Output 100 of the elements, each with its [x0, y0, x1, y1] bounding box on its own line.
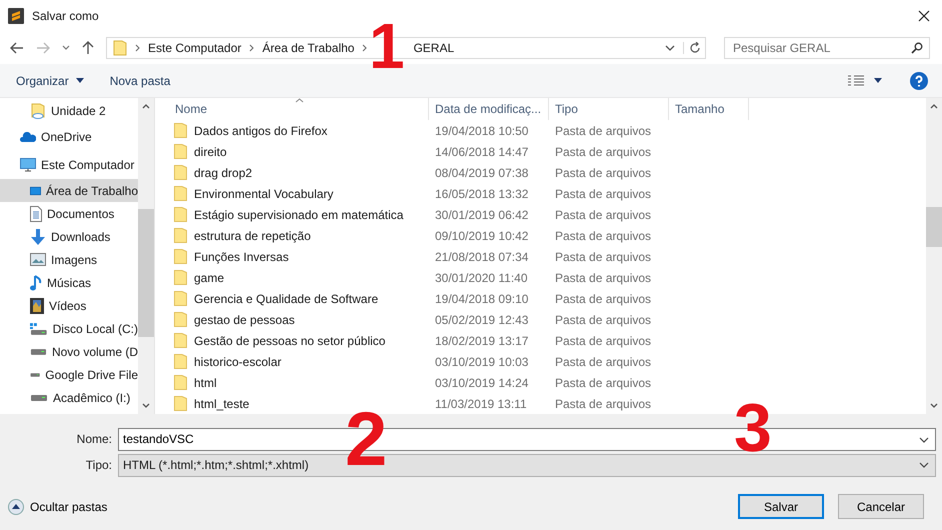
sidebar-item[interactable]: Downloads [0, 225, 138, 248]
breadcrumb-item[interactable]: GERAL [413, 41, 454, 55]
scrollbar-thumb[interactable] [138, 209, 154, 337]
modified-date: 03/10/2019 14:24 [434, 376, 530, 390]
file-name: direito [194, 144, 227, 158]
column-header[interactable]: Data de modificaç... [429, 98, 549, 120]
file-row[interactable]: estrutura de repetição 09/10/2019 10:42 Pasta de arquivos [169, 225, 926, 246]
search-field[interactable]: Pesquisar GERAL [724, 37, 930, 59]
file-type-label: Tipo: [84, 458, 113, 472]
file-row[interactable]: Environmental Vocabulary 16/05/2018 13:32 Pasta de arquivos [169, 183, 926, 204]
file-row[interactable]: gestao de pessoas 05/02/2019 12:43 Pasta de arquivos [169, 309, 926, 330]
sidebar-item[interactable]: Acadêmico (I:) [0, 386, 138, 409]
sidebar-item[interactable]: Documentos [0, 202, 138, 225]
sidebar-item[interactable]: Este Computador [0, 151, 138, 179]
chevron-right-icon [249, 44, 254, 52]
chevron-down-icon[interactable] [62, 45, 70, 51]
view-options-icon[interactable] [848, 74, 864, 86]
sidebar-scrollbar[interactable] [138, 98, 154, 414]
modified-date: 16/05/2018 13:32 [434, 186, 530, 200]
column-header[interactable]: Nome [169, 98, 429, 120]
folder-icon [174, 354, 187, 369]
sidebar-item[interactable]: Disco Local (C:) [0, 317, 138, 340]
refresh-icon[interactable] [683, 42, 701, 54]
folder-icon [174, 228, 187, 243]
back-arrow-icon[interactable] [10, 42, 24, 54]
breadcrumb-item[interactable]: Este Computador [148, 41, 242, 55]
scrollbar-thumb[interactable] [926, 207, 942, 247]
sidebar-item[interactable]: Google Drive File [0, 363, 138, 386]
folder-icon [174, 291, 187, 306]
folder-icon [113, 40, 127, 56]
folder-icon [174, 186, 187, 201]
file-row[interactable]: direito 14/06/2018 14:47 Pasta de arquivos [169, 141, 926, 162]
sidebar-item[interactable]: Vídeos [0, 294, 138, 317]
folder-icon [174, 123, 187, 138]
collapse-up-icon [8, 498, 24, 514]
modified-date: 11/03/2019 13:11 [434, 396, 528, 410]
cancel-button[interactable]: Cancelar [838, 494, 924, 519]
film-icon [30, 298, 44, 314]
chevron-down-icon[interactable] [919, 436, 929, 442]
chevron-right-icon [362, 44, 368, 52]
sidebar-item[interactable]: OneDrive [0, 123, 138, 151]
file-type: Pasta de arquivos [554, 354, 652, 368]
help-icon[interactable] [910, 72, 928, 90]
sidebar-item[interactable]: Área de Trabalho [0, 179, 138, 202]
sidebar-item[interactable]: Unidade 2 [0, 99, 138, 123]
scroll-up-icon[interactable] [930, 104, 938, 109]
chevron-right-icon [135, 44, 140, 52]
sidebar-item[interactable]: Novo volume (D [0, 340, 138, 363]
modified-date: 21/08/2018 07:34 [434, 250, 530, 264]
scroll-down-icon[interactable] [930, 403, 938, 408]
modified-date: 19/04/2018 09:10 [434, 292, 530, 306]
file-name: estrutura de repetição [194, 228, 311, 242]
cloud-folder-icon [30, 103, 46, 119]
file-list-scrollbar[interactable] [926, 98, 942, 414]
file-row[interactable]: Dados antigos do Firefox 19/04/2018 10:50 Pasta de arquivos [169, 120, 926, 141]
save-button[interactable]: Salvar [738, 494, 824, 519]
file-type: Pasta de arquivos [554, 144, 652, 158]
new-folder-button[interactable]: Nova pasta [102, 72, 178, 90]
chevron-down-icon[interactable] [665, 45, 675, 51]
column-header[interactable]: Tamanho [669, 98, 749, 120]
close-icon[interactable] [918, 10, 930, 22]
sidebar-item[interactable]: Músicas [0, 271, 138, 294]
download-arrow-icon [30, 228, 46, 244]
file-type: Pasta de arquivos [554, 334, 652, 348]
hide-folders-button[interactable]: Ocultar pastas [8, 498, 108, 514]
file-type: Pasta de arquivos [554, 312, 652, 326]
file-row[interactable]: drag drop2 08/04/2019 07:38 Pasta de arquivos [169, 162, 926, 183]
window-title: Salvar como [32, 9, 100, 23]
scroll-down-icon[interactable] [142, 403, 150, 408]
up-arrow-icon[interactable] [82, 41, 94, 55]
file-row[interactable]: historico-escolar 03/10/2019 10:03 Pasta de arquivos [169, 351, 926, 372]
file-type: Pasta de arquivos [554, 208, 652, 222]
breadcrumb-item[interactable]: Área de Trabalho [262, 41, 354, 55]
folder-icon [174, 312, 187, 327]
file-name: drag drop2 [194, 166, 252, 180]
file-row[interactable]: game 30/01/2020 11:40 Pasta de arquivos [169, 267, 926, 288]
file-name: Dados antigos do Firefox [194, 124, 328, 138]
computer-icon [20, 158, 36, 172]
file-type: Pasta de arquivos [554, 124, 652, 138]
drive-icon [30, 372, 40, 378]
drive-icon [30, 394, 48, 400]
caret-icon[interactable] [874, 78, 882, 83]
file-name: historico-escolar [194, 354, 282, 368]
file-row[interactable]: Funções Inversas 21/08/2018 07:34 Pasta de arquivos [169, 246, 926, 267]
file-row[interactable]: Gerencia e Qualidade de Software 19/04/2018 09:10 Pasta de arquivos [169, 288, 926, 309]
caret-icon [76, 78, 84, 83]
column-header[interactable]: Tipo [549, 98, 669, 120]
scroll-up-icon[interactable] [142, 104, 150, 109]
file-name: Funções Inversas [194, 250, 289, 264]
sidebar-item[interactable]: Imagens [0, 248, 138, 271]
file-row[interactable]: Estágio supervisionado em matemática 30/01/2019 06:42 Pasta de arquivos [169, 204, 926, 225]
file-type: Pasta de arquivos [554, 396, 652, 410]
modified-date: 09/10/2019 10:42 [434, 228, 530, 242]
folder-icon [174, 396, 187, 411]
file-row[interactable]: Gestão de pessoas no setor público 18/02/2019 13:17 Pasta de arquivos [169, 330, 926, 351]
file-name: gestao de pessoas [194, 312, 295, 326]
file-row[interactable]: html 03/10/2019 14:24 Pasta de arquivos [169, 372, 926, 393]
file-name: html [194, 376, 217, 390]
organize-menu-button[interactable]: Organizar [8, 72, 92, 90]
file-type: Pasta de arquivos [554, 186, 652, 200]
